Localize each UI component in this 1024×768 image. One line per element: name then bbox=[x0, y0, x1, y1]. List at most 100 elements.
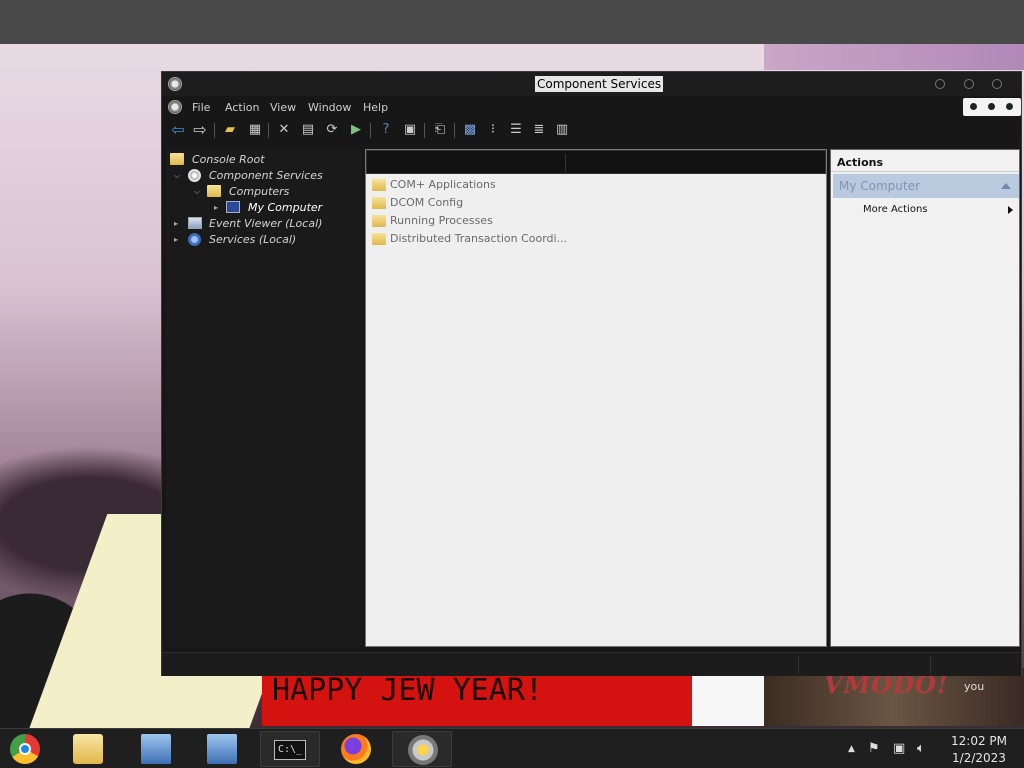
tree-item-label: Services (Local) bbox=[209, 233, 297, 246]
delete-icon[interactable]: ✕ bbox=[276, 122, 292, 138]
export-list-icon[interactable]: ▶ bbox=[348, 122, 364, 138]
window-title: Component Services bbox=[535, 76, 664, 92]
status-bar bbox=[162, 652, 1021, 676]
file-explorer-icon bbox=[73, 734, 103, 764]
list-item-label: COM+ Applications bbox=[390, 178, 496, 191]
folder-icon bbox=[372, 179, 386, 191]
refresh-icon[interactable]: ⟳ bbox=[324, 122, 340, 138]
firefox-icon bbox=[341, 734, 371, 764]
list-item-label: Running Processes bbox=[390, 214, 493, 227]
event-viewer-icon bbox=[188, 217, 202, 229]
folder-icon bbox=[372, 233, 386, 245]
menu-action[interactable]: Action bbox=[225, 101, 259, 114]
command-prompt-icon: C:\_ bbox=[274, 740, 306, 760]
menu-file[interactable]: File bbox=[192, 101, 210, 114]
expand-icon[interactable]: ▸ bbox=[214, 203, 222, 213]
more-actions-link[interactable]: More Actions bbox=[863, 204, 928, 215]
inner-minimize-button[interactable] bbox=[970, 103, 977, 110]
expand-icon[interactable]: ▸ bbox=[174, 219, 182, 229]
folder-icon bbox=[372, 215, 386, 227]
taskbar-remote-desktop-1[interactable] bbox=[126, 731, 186, 767]
toolbar-separator bbox=[268, 123, 269, 138]
forward-icon[interactable]: ⇨ bbox=[192, 122, 208, 138]
folder-icon bbox=[372, 197, 386, 209]
tree-item-label: Computers bbox=[229, 185, 290, 198]
console-tree: Console Root ⌵ Component Services ⌵ Comp… bbox=[166, 149, 362, 647]
top-band bbox=[0, 0, 1024, 44]
menu-window[interactable]: Window bbox=[308, 101, 351, 114]
close-button[interactable] bbox=[992, 79, 1002, 89]
toolbar-separator bbox=[214, 123, 215, 138]
large-icons-view-icon[interactable]: ▩ bbox=[462, 122, 478, 138]
background-banner: HAPPY JEW YEAR! bbox=[262, 668, 692, 726]
taskbar-command-prompt[interactable]: C:\_ bbox=[260, 731, 320, 767]
start-orb-icon bbox=[10, 734, 40, 764]
services-icon bbox=[188, 233, 201, 246]
list-item-label: DCOM Config bbox=[390, 196, 464, 209]
clock-time: 12:02 PM bbox=[951, 734, 1007, 748]
submenu-arrow-icon[interactable] bbox=[1008, 206, 1013, 214]
background-video: VMODO! you bbox=[764, 668, 1024, 726]
title-bar[interactable]: Component Services bbox=[162, 72, 1021, 96]
show-hide-action-pane-icon[interactable]: ▣ bbox=[402, 122, 418, 138]
new-window-icon[interactable]: ⎗ bbox=[432, 122, 448, 138]
maximize-button[interactable] bbox=[964, 79, 974, 89]
system-clock[interactable]: 12:02 PM 1/2/2023 bbox=[944, 733, 1014, 767]
column-divider[interactable] bbox=[565, 154, 566, 172]
clock-date: 1/2/2023 bbox=[952, 751, 1006, 765]
menu-view[interactable]: View bbox=[270, 101, 296, 114]
action-center-flag-icon[interactable]: ⚑ bbox=[868, 741, 880, 756]
wallpaper-strip bbox=[764, 44, 1024, 70]
folder-icon bbox=[170, 153, 184, 165]
component-services-icon bbox=[408, 735, 438, 765]
details-pane: COM+ Applications DCOM Config Running Pr… bbox=[365, 149, 827, 647]
show-hide-tree-icon[interactable]: ▦ bbox=[247, 122, 263, 138]
tree-item-label: My Computer bbox=[248, 201, 323, 214]
tree-item-label: Component Services bbox=[209, 169, 323, 182]
network-computer-icon bbox=[207, 734, 237, 764]
taskbar-firefox[interactable] bbox=[326, 731, 386, 767]
status-view-icon[interactable]: ▥ bbox=[554, 122, 570, 138]
actions-section-my-computer[interactable]: My Computer bbox=[833, 174, 1019, 198]
expand-icon[interactable]: ▸ bbox=[174, 235, 182, 245]
status-divider bbox=[798, 656, 799, 674]
show-hidden-icons[interactable]: ▲ bbox=[848, 744, 855, 754]
network-computer-icon bbox=[141, 734, 171, 764]
taskbar-component-services[interactable] bbox=[392, 731, 452, 767]
background-paper bbox=[692, 668, 764, 726]
taskbar-file-explorer[interactable] bbox=[58, 731, 118, 767]
network-icon[interactable]: ▣ bbox=[893, 741, 905, 756]
tree-item-label: Console Root bbox=[192, 153, 265, 166]
taskbar: C:\_ ▲ ⚑ ▣ 🔈︎ 12:02 PM 1/2/2023 bbox=[0, 728, 1024, 768]
inner-close-button[interactable] bbox=[1006, 103, 1013, 110]
actions-section-label: My Computer bbox=[839, 179, 920, 193]
collapse-icon[interactable]: ⌵ bbox=[174, 171, 182, 181]
list-view-icon[interactable]: ☰ bbox=[508, 122, 524, 138]
inner-window-buttons bbox=[963, 98, 1021, 116]
collapse-section-icon[interactable] bbox=[1001, 183, 1011, 189]
help-icon[interactable]: ? bbox=[378, 122, 394, 138]
actions-pane: Actions My Computer More Actions bbox=[830, 149, 1020, 647]
tree-item-label: Event Viewer (Local) bbox=[209, 217, 323, 230]
column-header[interactable] bbox=[366, 150, 826, 174]
volume-icon[interactable]: 🔈︎ bbox=[917, 741, 925, 756]
properties-icon[interactable]: ▤ bbox=[300, 122, 316, 138]
taskbar-remote-desktop-2[interactable] bbox=[192, 731, 252, 767]
component-services-icon[interactable] bbox=[168, 77, 182, 91]
actions-header: Actions bbox=[831, 150, 1019, 172]
video-caption: you bbox=[964, 680, 985, 693]
toolbar-separator bbox=[454, 123, 455, 138]
mmc-system-icon[interactable] bbox=[168, 100, 182, 114]
inner-restore-button[interactable] bbox=[988, 103, 995, 110]
up-folder-icon[interactable]: ▰ bbox=[222, 122, 238, 138]
minimize-button[interactable] bbox=[935, 79, 945, 89]
status-divider bbox=[930, 656, 931, 674]
start-button[interactable] bbox=[0, 731, 54, 767]
folder-icon bbox=[207, 185, 221, 197]
detail-view-icon[interactable]: ≣ bbox=[531, 122, 547, 138]
back-icon[interactable]: ⇦ bbox=[170, 122, 186, 138]
small-icons-view-icon[interactable]: ⁝ bbox=[485, 122, 501, 138]
collapse-icon[interactable]: ⌵ bbox=[194, 187, 202, 197]
list-item-label: Distributed Transaction Coordi... bbox=[390, 232, 568, 245]
menu-help[interactable]: Help bbox=[363, 101, 388, 114]
